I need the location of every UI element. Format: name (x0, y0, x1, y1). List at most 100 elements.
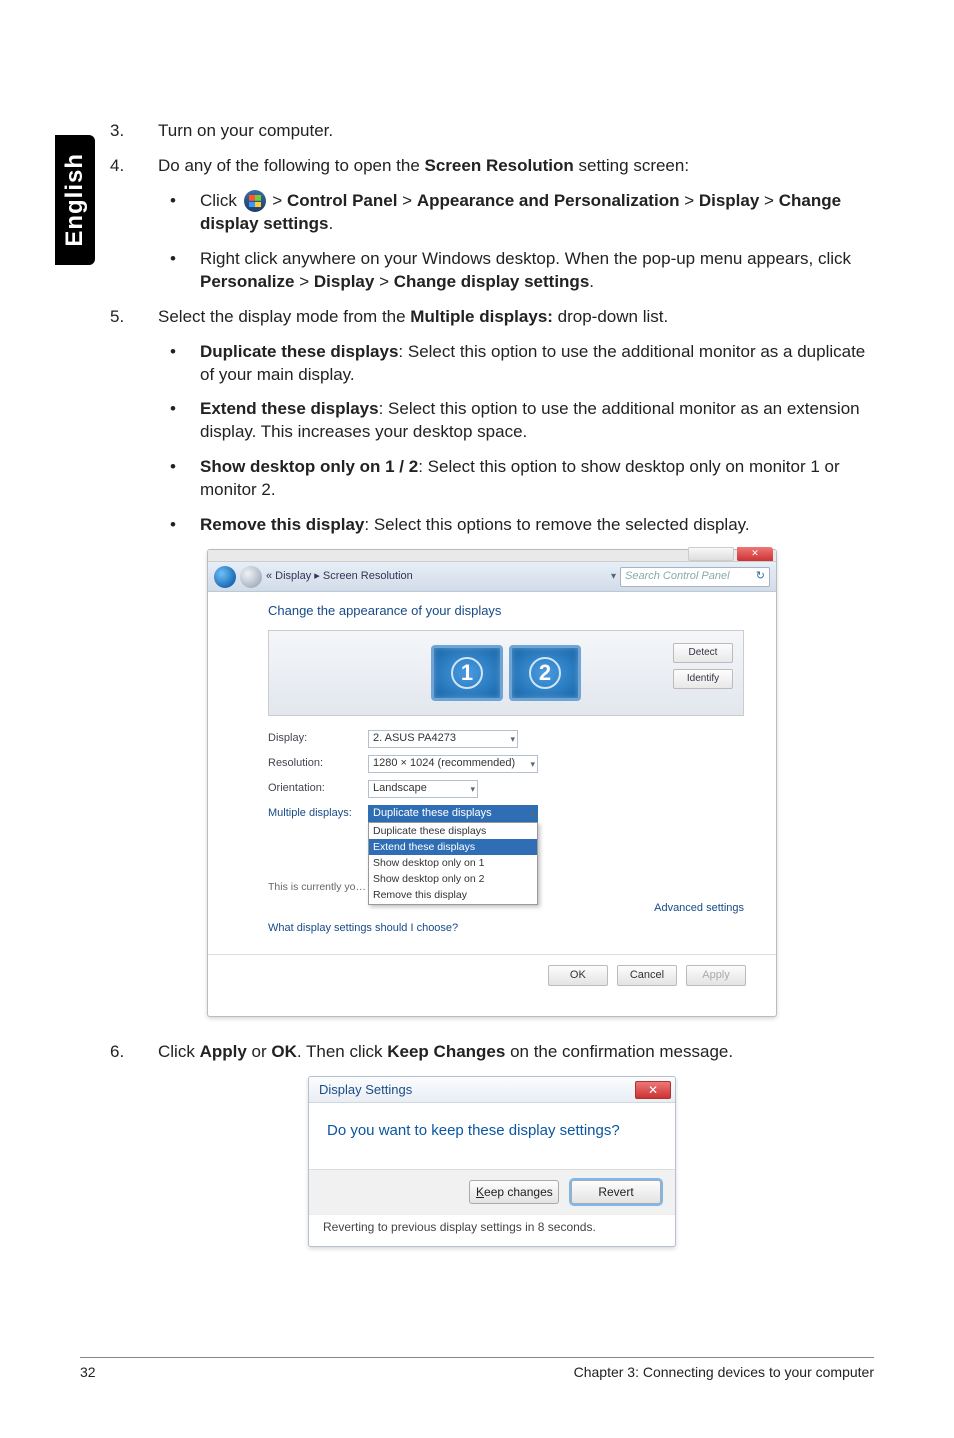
dialog-close-icon[interactable]: ✕ (635, 1081, 671, 1099)
search-placeholder: Search Control Panel (625, 569, 730, 584)
what-settings-link[interactable]: What display settings should I choose? (268, 921, 744, 936)
step-5-opt-3-text: Show desktop only on 1 / 2: Select this … (200, 456, 874, 502)
step-6: 6. Click Apply or OK. Then click Keep Ch… (110, 1041, 874, 1064)
text: : Select this options to remove the sele… (364, 515, 749, 534)
step-6-text: Click Apply or OK. Then click Keep Chang… (158, 1041, 874, 1064)
display-settings-dialog: Display Settings ✕ Do you want to keep t… (308, 1076, 676, 1246)
screen-resolution-window: ✕ « Display ▸ Screen Resolution ▾ Search… (207, 549, 777, 1017)
monitor-side-buttons: Detect Identify (673, 643, 733, 689)
step-3-number: 3. (110, 120, 158, 143)
step-4-bullets: • Click > Control Panel > Appearance and… (158, 190, 874, 294)
back-button-icon[interactable] (214, 566, 236, 588)
text: . (328, 214, 333, 233)
text-bold: Duplicate these displays (200, 342, 398, 361)
keep-changes-figure: Display Settings ✕ Do you want to keep t… (110, 1076, 874, 1246)
bullet-marker: • (158, 398, 200, 444)
text-bold: Multiple displays: (410, 307, 553, 326)
search-refresh-icon[interactable]: ↻ (756, 569, 765, 584)
step-5-text: Select the display mode from the Multipl… (158, 306, 874, 329)
display-row: Display: 2. ASUS PA4273 (268, 730, 744, 748)
step-4-bullet-2-text: Right click anywhere on your Windows des… (200, 248, 874, 294)
step-4-bullet-2: • Right click anywhere on your Windows d… (158, 248, 874, 294)
text: Right click anywhere on your Windows des… (200, 249, 851, 268)
text-bold: Show desktop only on 1 / 2 (200, 457, 418, 476)
ok-button[interactable]: OK (548, 965, 608, 986)
text: . (589, 272, 594, 291)
step-5-opt-1: • Duplicate these displays: Select this … (158, 341, 874, 387)
text-bold: Display (314, 272, 374, 291)
text: drop-down list. (553, 307, 668, 326)
breadcrumb-dropdown-icon[interactable]: ▾ (611, 570, 616, 584)
text: eep changes (484, 1185, 553, 1199)
text: Select the display mode from the (158, 307, 410, 326)
text: K (476, 1185, 484, 1199)
cancel-button[interactable]: Cancel (617, 965, 677, 986)
dialog-question: Do you want to keep these display settin… (309, 1103, 675, 1169)
text-bold: Personalize (200, 272, 295, 291)
text-bold: Display (699, 191, 759, 210)
monitor-1-label: 1 (451, 657, 483, 689)
resolution-select[interactable]: 1280 × 1024 (recommended) (368, 755, 538, 773)
window-titlebar: ✕ (208, 550, 776, 562)
text: > (397, 191, 416, 210)
window-close-icon[interactable]: ✕ (737, 547, 773, 561)
dialog-footer-text: Reverting to previous display settings i… (309, 1214, 675, 1245)
step-5-opt-3: • Show desktop only on 1 / 2: Select thi… (158, 456, 874, 502)
step-4-trail: setting screen: (574, 156, 689, 175)
dropdown-opt-remove[interactable]: Remove this display (369, 887, 537, 903)
step-4-bullet-1-text: Click > Control Panel > Appearance and P… (200, 190, 874, 236)
monitors-preview[interactable]: 1 2 Detect Identify (268, 630, 744, 716)
dropdown-opt-extend[interactable]: Extend these displays (369, 839, 537, 855)
text-bold: Keep Changes (387, 1042, 505, 1061)
language-tab-label: English (61, 153, 89, 247)
step-4-number: 4. (110, 155, 158, 178)
dropdown-opt-only2[interactable]: Show desktop only on 2 (369, 871, 537, 887)
text: > (679, 191, 698, 210)
language-tab: English (55, 135, 95, 265)
page-footer: 32 Chapter 3: Connecting devices to your… (80, 1357, 874, 1380)
identify-button[interactable]: Identify (673, 669, 733, 689)
text-bold: Remove this display (200, 515, 364, 534)
page-content: 3. Turn on your computer. 4. Do any of t… (110, 120, 874, 1247)
multiple-displays-select[interactable]: Duplicate these displays (368, 805, 538, 823)
apply-button[interactable]: Apply (686, 965, 746, 986)
window-minmax-icon[interactable] (688, 547, 734, 561)
text: > (268, 191, 287, 210)
multiple-displays-dropdown[interactable]: Duplicate these displays Extend these di… (368, 822, 538, 905)
revert-button[interactable]: Revert (571, 1180, 661, 1204)
dialog-buttons: Keep changes Revert (309, 1169, 675, 1214)
step-5-number: 5. (110, 306, 158, 329)
detect-button[interactable]: Detect (673, 643, 733, 663)
forward-button-icon[interactable] (240, 566, 262, 588)
step-3-text: Turn on your computer. (158, 120, 874, 143)
dropdown-opt-duplicate[interactable]: Duplicate these displays (369, 823, 537, 839)
step-4-bullet-1: • Click > Control Panel > Appearance and… (158, 190, 874, 236)
step-4: 4. Do any of the following to open the S… (110, 155, 874, 178)
text: . Then click (297, 1042, 387, 1061)
page-number: 32 (80, 1364, 96, 1380)
orientation-row: Orientation: Landscape (268, 780, 744, 798)
text: > (295, 272, 314, 291)
keep-changes-button[interactable]: Keep changes (469, 1180, 559, 1204)
display-select[interactable]: 2. ASUS PA4273 (368, 730, 518, 748)
search-input[interactable]: Search Control Panel ↻ (620, 567, 770, 587)
bullet-marker: • (158, 341, 200, 387)
step-5-opt-2-text: Extend these displays: Select this optio… (200, 398, 874, 444)
monitor-1-icon[interactable]: 1 (431, 645, 503, 701)
text-bold: Change display settings (394, 272, 590, 291)
text: > (374, 272, 393, 291)
dropdown-opt-only1[interactable]: Show desktop only on 1 (369, 855, 537, 871)
text-bold: OK (271, 1042, 297, 1061)
bullet-marker: • (158, 190, 200, 236)
step-5: 5. Select the display mode from the Mult… (110, 306, 874, 329)
orientation-select[interactable]: Landscape (368, 780, 478, 798)
monitor-2-icon[interactable]: 2 (509, 645, 581, 701)
breadcrumb[interactable]: « Display ▸ Screen Resolution (266, 569, 607, 584)
text-bold: Control Panel (287, 191, 398, 210)
step-4-lead: Do any of the following to open the (158, 156, 425, 175)
step-6-number: 6. (110, 1041, 158, 1064)
text: > (759, 191, 778, 210)
step-5-opt-4: • Remove this display: Select this optio… (158, 514, 874, 537)
step-5-opt-1-text: Duplicate these displays: Select this op… (200, 341, 874, 387)
text: on the confirmation message. (505, 1042, 733, 1061)
